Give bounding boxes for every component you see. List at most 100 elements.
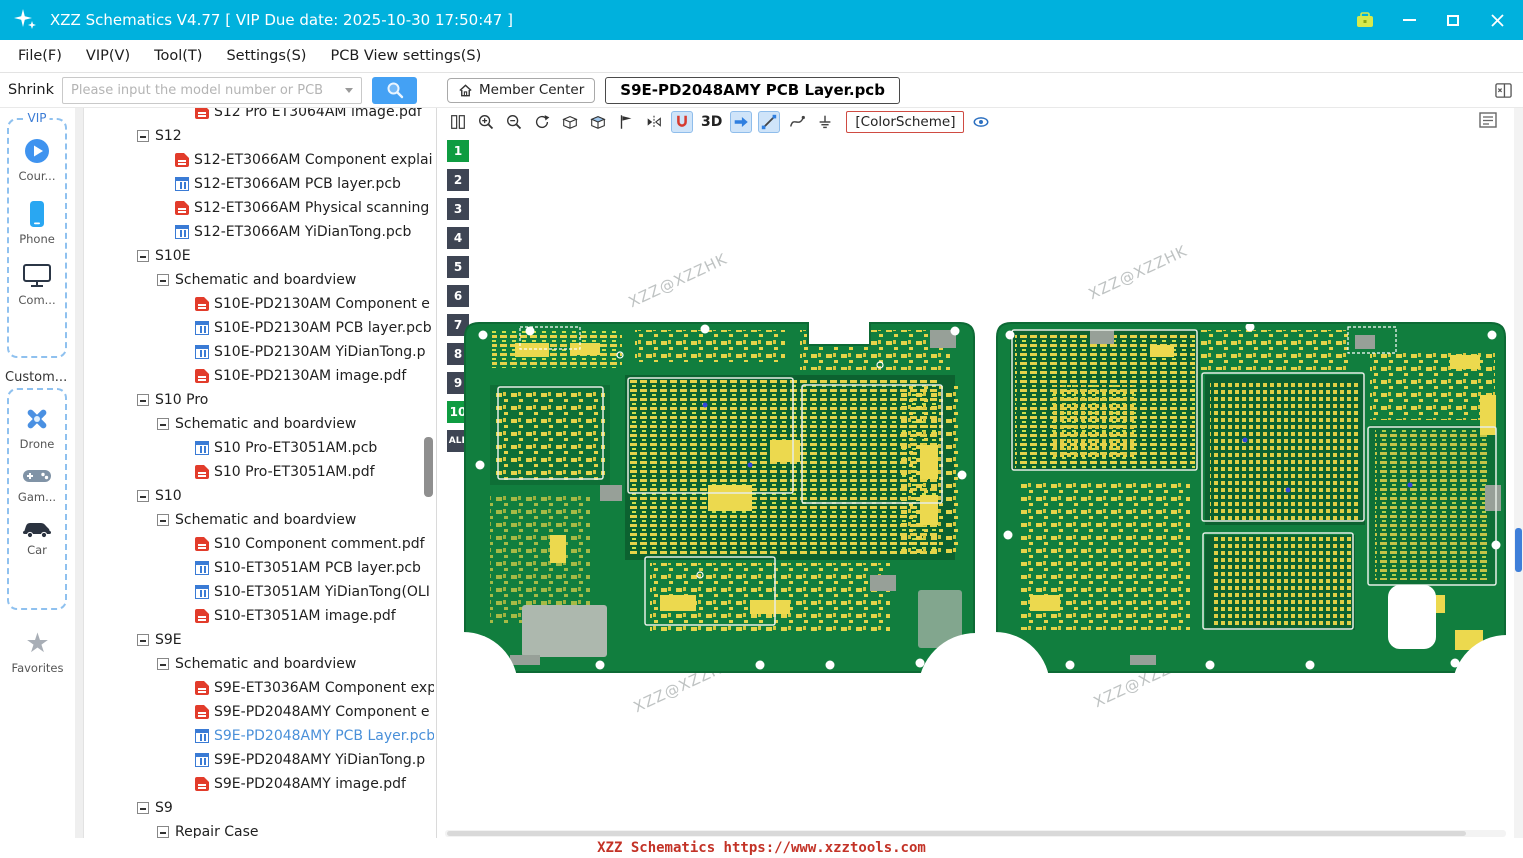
tree-scrollbar-thumb[interactable] bbox=[424, 437, 433, 497]
sidebar-item-drone[interactable]: Drone bbox=[9, 405, 65, 451]
shrink-button[interactable]: Shrink bbox=[8, 82, 56, 98]
sidebar-item-game[interactable]: Gam... bbox=[9, 466, 65, 504]
viewer-horizontal-scrollbar[interactable] bbox=[445, 830, 1506, 837]
menu-item[interactable]: Settings(S) bbox=[214, 40, 318, 72]
tree-file[interactable]: S10E-PD2130AM YiDianTong.p bbox=[85, 340, 434, 364]
member-center-button[interactable]: Member Center bbox=[447, 77, 596, 103]
magnet-icon[interactable] bbox=[671, 111, 693, 133]
flip-vertical-icon[interactable] bbox=[615, 111, 637, 133]
tree-folder[interactable]: Repair Case bbox=[85, 820, 434, 838]
view-3d-button[interactable]: 3D bbox=[699, 114, 724, 130]
tree-folder[interactable]: S10E bbox=[85, 244, 434, 268]
tree-folder[interactable]: Schematic and boardview bbox=[85, 412, 434, 436]
menu-item[interactable]: PCB View settings(S) bbox=[318, 40, 493, 72]
collapse-icon[interactable] bbox=[137, 394, 149, 406]
collapse-icon[interactable] bbox=[137, 634, 149, 646]
collapse-icon[interactable] bbox=[157, 514, 169, 526]
collapse-icon[interactable] bbox=[137, 490, 149, 502]
collapse-icon[interactable] bbox=[137, 802, 149, 814]
measure-icon[interactable] bbox=[758, 111, 781, 133]
sidebar-item-course[interactable]: Cour... bbox=[9, 137, 65, 183]
tree-file[interactable]: S10E-PD2130AM PCB layer.pcb bbox=[85, 316, 434, 340]
pcb-board-canvas[interactable]: XZZ@XZZHK XZZ@XZZHK XZZ@XZZHK XZZ@XZZHK bbox=[450, 235, 1512, 735]
briefcase-icon[interactable] bbox=[1355, 10, 1375, 30]
layer-button-3[interactable]: 3 bbox=[447, 198, 469, 220]
tree-file[interactable]: S10-ET3051AM YiDianTong(OLI bbox=[85, 580, 434, 604]
collapse-icon[interactable] bbox=[157, 274, 169, 286]
chevron-down-icon[interactable] bbox=[345, 87, 353, 93]
tree-file[interactable]: S12-ET3066AM YiDianTong.pcb bbox=[85, 220, 434, 244]
tree-folder[interactable]: Schematic and boardview bbox=[85, 268, 434, 292]
tree-folder[interactable]: S9E bbox=[85, 628, 434, 652]
collapse-icon[interactable] bbox=[137, 250, 149, 262]
tree-item-label: S10 Component comment.pdf bbox=[214, 536, 425, 552]
menu-item[interactable]: File(F) bbox=[6, 40, 74, 72]
colorscheme-button[interactable]: [ColorScheme] bbox=[846, 111, 965, 133]
minimize-button[interactable] bbox=[1399, 10, 1419, 30]
tree-folder[interactable]: S10 bbox=[85, 484, 434, 508]
collapse-icon[interactable] bbox=[157, 418, 169, 430]
tree-file[interactable]: S9E-ET3036AM Component exp bbox=[85, 676, 434, 700]
tree-file[interactable]: S12-ET3066AM Physical scanning i bbox=[85, 196, 434, 220]
watermark-text: XZZ@XZZHK bbox=[626, 250, 731, 312]
tree-folder[interactable]: S10 Pro bbox=[85, 388, 434, 412]
tree-folder[interactable]: Schematic and boardview bbox=[85, 508, 434, 532]
probe-icon[interactable] bbox=[814, 111, 836, 133]
sidebar-item-computer[interactable]: Com... bbox=[9, 263, 65, 307]
tree-file[interactable]: S10E-PD2130AM image.pdf bbox=[85, 364, 434, 388]
vertical-scrollbar-thumb[interactable] bbox=[1515, 528, 1522, 572]
visibility-eye-icon[interactable] bbox=[970, 111, 992, 133]
collapse-icon[interactable] bbox=[157, 658, 169, 670]
sidebar-item-car[interactable]: Car bbox=[9, 519, 65, 557]
box-top-icon[interactable] bbox=[559, 111, 581, 133]
viewer-vertical-scrollbar[interactable] bbox=[1514, 108, 1523, 838]
tree-file[interactable]: S9E-PD2048AMY image.pdf bbox=[85, 772, 434, 796]
layer-button-2[interactable]: 2 bbox=[447, 169, 469, 191]
horizontal-scrollbar-thumb[interactable] bbox=[447, 831, 1466, 836]
move-arrow-icon[interactable] bbox=[730, 111, 753, 133]
tree-folder[interactable]: S12 bbox=[85, 124, 434, 148]
tree-file[interactable]: S12-ET3066AM Component explai bbox=[85, 148, 434, 172]
tree-item-label: S12-ET3066AM Physical scanning i bbox=[194, 200, 434, 216]
sidebar-item-phone[interactable]: Phone bbox=[9, 200, 65, 246]
tree-item-label: S12 Pro ET3064AM image.pdf bbox=[214, 108, 422, 120]
tree-file[interactable]: S10E-PD2130AM Component e bbox=[85, 292, 434, 316]
search-button[interactable] bbox=[372, 76, 417, 104]
tree-file[interactable]: S9E-PD2048AMY Component e bbox=[85, 700, 434, 724]
tree-file[interactable]: S10-ET3051AM PCB layer.pcb bbox=[85, 556, 434, 580]
tree-file[interactable]: S10 Pro-ET3051AM.pdf bbox=[85, 460, 434, 484]
collapse-icon[interactable] bbox=[157, 826, 169, 838]
zoom-in-icon[interactable] bbox=[475, 111, 497, 133]
tree-file[interactable]: S10 Component comment.pdf bbox=[85, 532, 434, 556]
rotate-icon[interactable] bbox=[531, 111, 553, 133]
pcb-right-board[interactable] bbox=[940, 322, 1512, 736]
tree-folder[interactable]: S9 bbox=[85, 796, 434, 820]
close-button[interactable] bbox=[1487, 10, 1507, 30]
tree-file[interactable]: S9E-PD2048AMY PCB Layer.pcb bbox=[85, 724, 434, 748]
layer-button-1[interactable]: 1 bbox=[447, 140, 469, 162]
maximize-button[interactable] bbox=[1443, 10, 1463, 30]
sidebar-item-favorites[interactable]: ★ Favorites bbox=[0, 630, 75, 675]
hide-panel-icon[interactable] bbox=[1494, 82, 1513, 99]
pcb-file-icon bbox=[195, 753, 209, 767]
tree-file[interactable]: S9E-PD2048AMY YiDianTong.p bbox=[85, 748, 434, 772]
tree-file[interactable]: S12 Pro ET3064AM image.pdf bbox=[85, 108, 434, 124]
tree-folder[interactable]: Schematic and boardview bbox=[85, 652, 434, 676]
zoom-out-icon[interactable] bbox=[503, 111, 525, 133]
doc-tab[interactable]: S9E-PD2048AMY PCB Layer.pcb bbox=[605, 76, 900, 104]
pdf-file-icon bbox=[175, 153, 189, 167]
box-bottom-icon[interactable] bbox=[587, 111, 609, 133]
collapse-icon[interactable] bbox=[137, 130, 149, 142]
tree-file[interactable]: S10 Pro-ET3051AM.pcb bbox=[85, 436, 434, 460]
model-search-input[interactable] bbox=[63, 82, 345, 98]
tree-file[interactable]: S12-ET3066AM PCB layer.pcb bbox=[85, 172, 434, 196]
menu-item[interactable]: VIP(V) bbox=[74, 40, 142, 72]
split-pages-icon[interactable] bbox=[447, 111, 469, 133]
curve-icon[interactable] bbox=[786, 111, 808, 133]
panel-list-icon[interactable] bbox=[1478, 111, 1498, 129]
flip-horizontal-icon[interactable] bbox=[643, 111, 665, 133]
pcb-file-icon bbox=[195, 561, 209, 575]
app-sparkle-icon bbox=[12, 7, 38, 33]
tree-file[interactable]: S10-ET3051AM image.pdf bbox=[85, 604, 434, 628]
menu-item[interactable]: Tool(T) bbox=[142, 40, 214, 72]
